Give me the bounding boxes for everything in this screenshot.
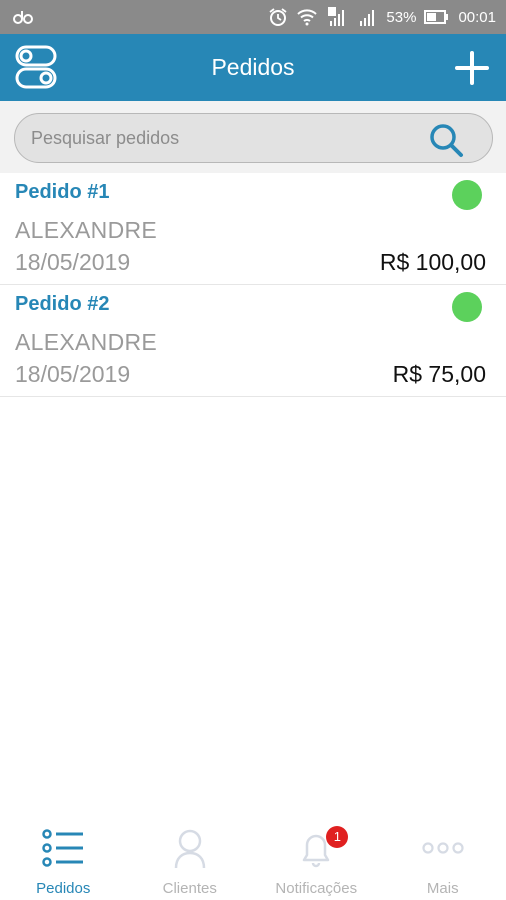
order-title: Pedido #2 [15, 293, 110, 315]
more-icon [422, 842, 464, 854]
nav-item-pedidos[interactable]: Pedidos [0, 818, 127, 900]
person-icon [174, 829, 205, 868]
bottom-navigation: Pedidos Clientes 1 Notificações Mais [0, 818, 506, 900]
order-amount: R$ 75,00 [392, 361, 486, 387]
order-date: 18/05/2019 [15, 249, 131, 275]
alarm-icon [268, 7, 288, 27]
nav-item-clientes[interactable]: Clientes [127, 818, 254, 900]
order-amount: R$ 100,00 [379, 249, 486, 275]
order-item[interactable]: Pedido #1 ALEXANDRE 18/05/2019 R$ 100,00 [0, 173, 506, 285]
app-bar: Pedidos [0, 34, 506, 101]
status-indicator [452, 180, 482, 210]
notification-badge: 1 [326, 826, 349, 848]
status-bar: 53% 00:01 [0, 0, 506, 34]
search-input[interactable] [31, 114, 421, 162]
search-icon[interactable] [428, 122, 464, 158]
battery-percent: 53% [386, 8, 417, 26]
nav-item-mais[interactable]: Mais [380, 818, 506, 900]
page-title: Pedidos [211, 54, 295, 80]
search-bar-container [0, 101, 506, 173]
list-icon [42, 829, 84, 867]
order-client: ALEXANDRE [15, 329, 158, 355]
battery-icon [424, 9, 450, 25]
notification-icon [12, 9, 34, 25]
nav-item-notificacoes[interactable]: 1 Notificações [253, 818, 380, 900]
wifi-icon [296, 8, 318, 26]
nav-label: Pedidos [36, 880, 91, 897]
plus-icon [455, 51, 489, 85]
add-order-button[interactable] [454, 50, 490, 86]
signal-icon [356, 7, 378, 27]
search-bar [14, 113, 493, 163]
clock: 00:01 [458, 8, 496, 26]
status-indicator [452, 292, 482, 322]
order-date: 18/05/2019 [15, 361, 131, 387]
order-client: ALEXANDRE [15, 217, 158, 243]
order-title: Pedido #1 [15, 181, 110, 203]
nav-label: Notificações [275, 880, 358, 897]
nav-label: Clientes [162, 880, 217, 897]
orders-list: Pedido #1 ALEXANDRE 18/05/2019 R$ 100,00… [0, 173, 506, 397]
signal-icon [326, 7, 348, 27]
order-item[interactable]: Pedido #2 ALEXANDRE 18/05/2019 R$ 75,00 [0, 285, 506, 397]
nav-label: Mais [426, 880, 459, 897]
